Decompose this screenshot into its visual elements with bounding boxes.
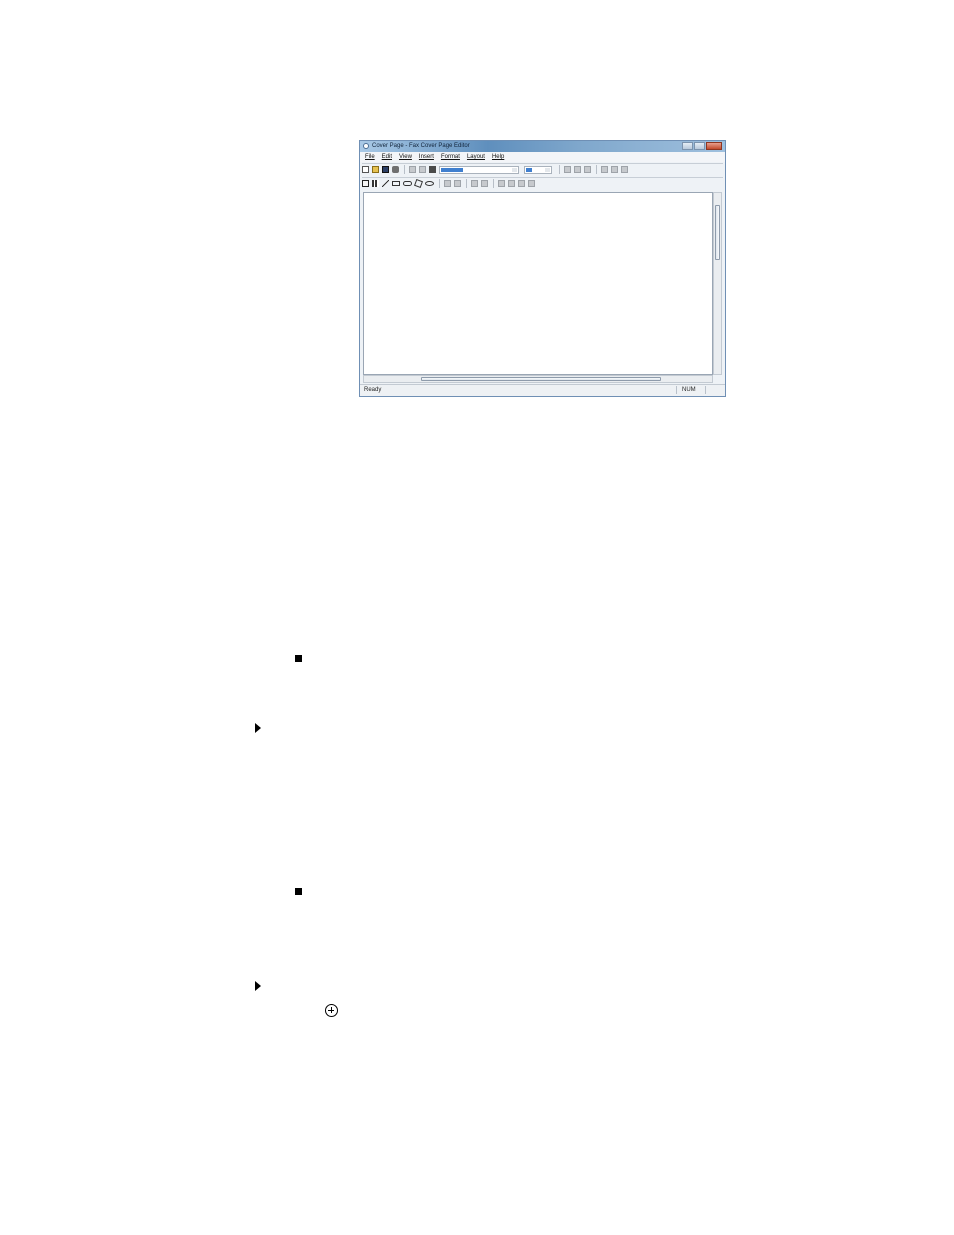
horizontal-scroll-thumb[interactable] <box>421 377 661 381</box>
align-left-icon[interactable] <box>601 166 608 173</box>
status-bar: Ready NUM <box>360 384 725 396</box>
align-top-icon[interactable] <box>518 180 525 187</box>
fax-cover-page-editor-screenshot: Cover Page - Fax Cover Page Editor File … <box>359 140 726 397</box>
paste-icon[interactable] <box>429 166 436 173</box>
polygon-icon[interactable] <box>414 179 423 188</box>
toolbar-separator <box>596 165 597 174</box>
bold-icon[interactable] <box>564 166 571 173</box>
print-icon[interactable] <box>392 166 399 173</box>
maximize-button[interactable] <box>694 142 705 150</box>
select-icon[interactable] <box>362 180 369 187</box>
standard-toolbar <box>362 164 723 175</box>
menu-layout[interactable]: Layout <box>467 154 485 160</box>
window-title: Cover Page - Fax Cover Page Editor <box>372 143 470 149</box>
drawing-toolbar <box>362 178 723 189</box>
horizontal-scrollbar[interactable] <box>363 375 713 383</box>
arrow-right <box>255 981 261 991</box>
num-lock-indicator: NUM <box>682 387 696 393</box>
menu-insert[interactable]: Insert <box>419 154 434 160</box>
align-left-icon[interactable] <box>498 180 505 187</box>
status-divider <box>705 386 706 394</box>
size-combo[interactable] <box>524 165 552 174</box>
title-bar: Cover Page - Fax Cover Page Editor <box>360 141 725 152</box>
window-controls <box>681 142 722 151</box>
cut-icon[interactable] <box>409 166 416 173</box>
windows-start-icon <box>325 1004 338 1017</box>
new-doc-icon[interactable] <box>362 166 369 173</box>
chevron-down-icon <box>512 167 517 172</box>
underline-icon[interactable] <box>584 166 591 173</box>
rectangle-icon[interactable] <box>392 181 400 186</box>
space-down-icon[interactable] <box>481 180 488 187</box>
bullet-square <box>295 655 302 662</box>
save-icon[interactable] <box>382 166 389 173</box>
status-divider <box>676 386 677 394</box>
bullet-square <box>295 888 302 895</box>
app-icon <box>363 143 369 149</box>
toolbar-separator <box>559 165 560 174</box>
menu-edit[interactable]: Edit <box>382 154 392 160</box>
menu-help[interactable]: Help <box>492 154 504 160</box>
menu-bar: File Edit View Insert Format Layout Help <box>360 152 725 162</box>
chart-icon[interactable] <box>372 180 379 187</box>
italic-icon[interactable] <box>574 166 581 173</box>
align-right-icon[interactable] <box>508 180 515 187</box>
line-icon[interactable] <box>382 180 389 187</box>
copy-icon[interactable] <box>419 166 426 173</box>
toolbar-separator <box>493 179 494 188</box>
align-center-icon[interactable] <box>611 166 618 173</box>
chevron-down-icon <box>545 167 550 172</box>
vertical-scroll-thumb[interactable] <box>715 205 720 260</box>
align-right-icon[interactable] <box>621 166 628 173</box>
status-text: Ready <box>364 387 382 393</box>
minimize-button[interactable] <box>682 142 693 150</box>
align-bottom-icon[interactable] <box>528 180 535 187</box>
menu-file[interactable]: File <box>365 154 375 160</box>
cover-page-canvas[interactable] <box>363 192 713 375</box>
toolbar-separator <box>404 165 405 174</box>
space-across-icon[interactable] <box>471 180 478 187</box>
toolbar-separator <box>439 179 440 188</box>
close-button[interactable] <box>706 142 722 150</box>
menu-format[interactable]: Format <box>441 154 460 160</box>
toolbar-separator <box>466 179 467 188</box>
rounded-rectangle-icon[interactable] <box>403 181 412 186</box>
vertical-scrollbar[interactable] <box>713 192 722 375</box>
bring-to-front-icon[interactable] <box>444 180 451 187</box>
font-combo[interactable] <box>439 165 519 174</box>
ellipse-icon[interactable] <box>425 181 434 186</box>
send-to-back-icon[interactable] <box>454 180 461 187</box>
arrow-right <box>255 723 261 733</box>
open-folder-icon[interactable] <box>372 166 379 173</box>
menu-view[interactable]: View <box>399 154 412 160</box>
